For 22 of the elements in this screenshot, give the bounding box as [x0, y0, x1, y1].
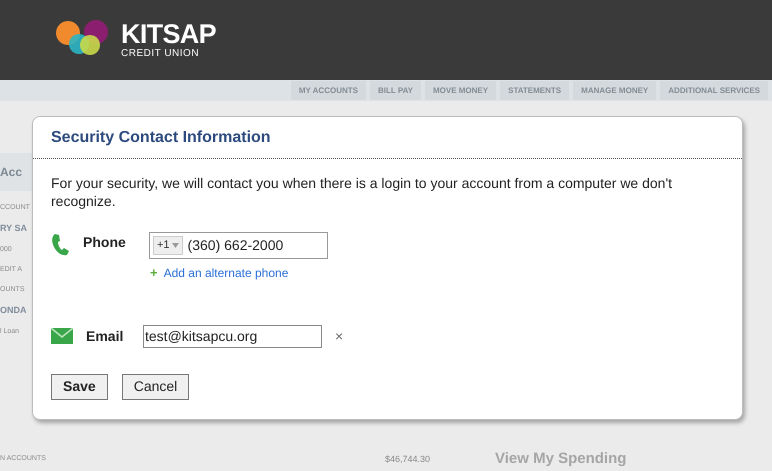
- clear-button[interactable]: ×: [335, 326, 344, 346]
- dialog-message: For your security, we will contact you when there is a login to your account from a computer we don't recognize.: [51, 174, 674, 210]
- balance-text: $46,744.30: [385, 452, 432, 466]
- envelope-icon: [51, 328, 73, 344]
- logo-text: KITSAP: [121, 21, 216, 48]
- background-text: ONDA: [0, 306, 28, 315]
- background-text: Acc: [0, 153, 32, 191]
- cancel-button[interactable]: Cancel: [122, 374, 190, 400]
- background-text: RY SA: [0, 224, 28, 233]
- caret-icon: [172, 243, 179, 248]
- dialog-title: Security Contact Information: [51, 128, 271, 148]
- phone-label: Phone: [83, 233, 127, 252]
- logo-subtext: CREDIT UNION: [121, 49, 200, 59]
- phone-icon: [51, 233, 71, 257]
- phone-value: (360) 662-2000: [188, 236, 284, 255]
- add-phone-link[interactable]: Add an alternate phone: [164, 264, 288, 282]
- email-field[interactable]: test@kitsapcu.org: [143, 324, 322, 348]
- plus-icon: +: [150, 263, 158, 282]
- email-label: Email: [86, 326, 124, 346]
- country-code-select[interactable]: +1: [153, 236, 183, 255]
- phone-field[interactable]: +1 (360) 662-2000: [149, 232, 328, 259]
- save-button[interactable]: Save: [51, 374, 108, 400]
